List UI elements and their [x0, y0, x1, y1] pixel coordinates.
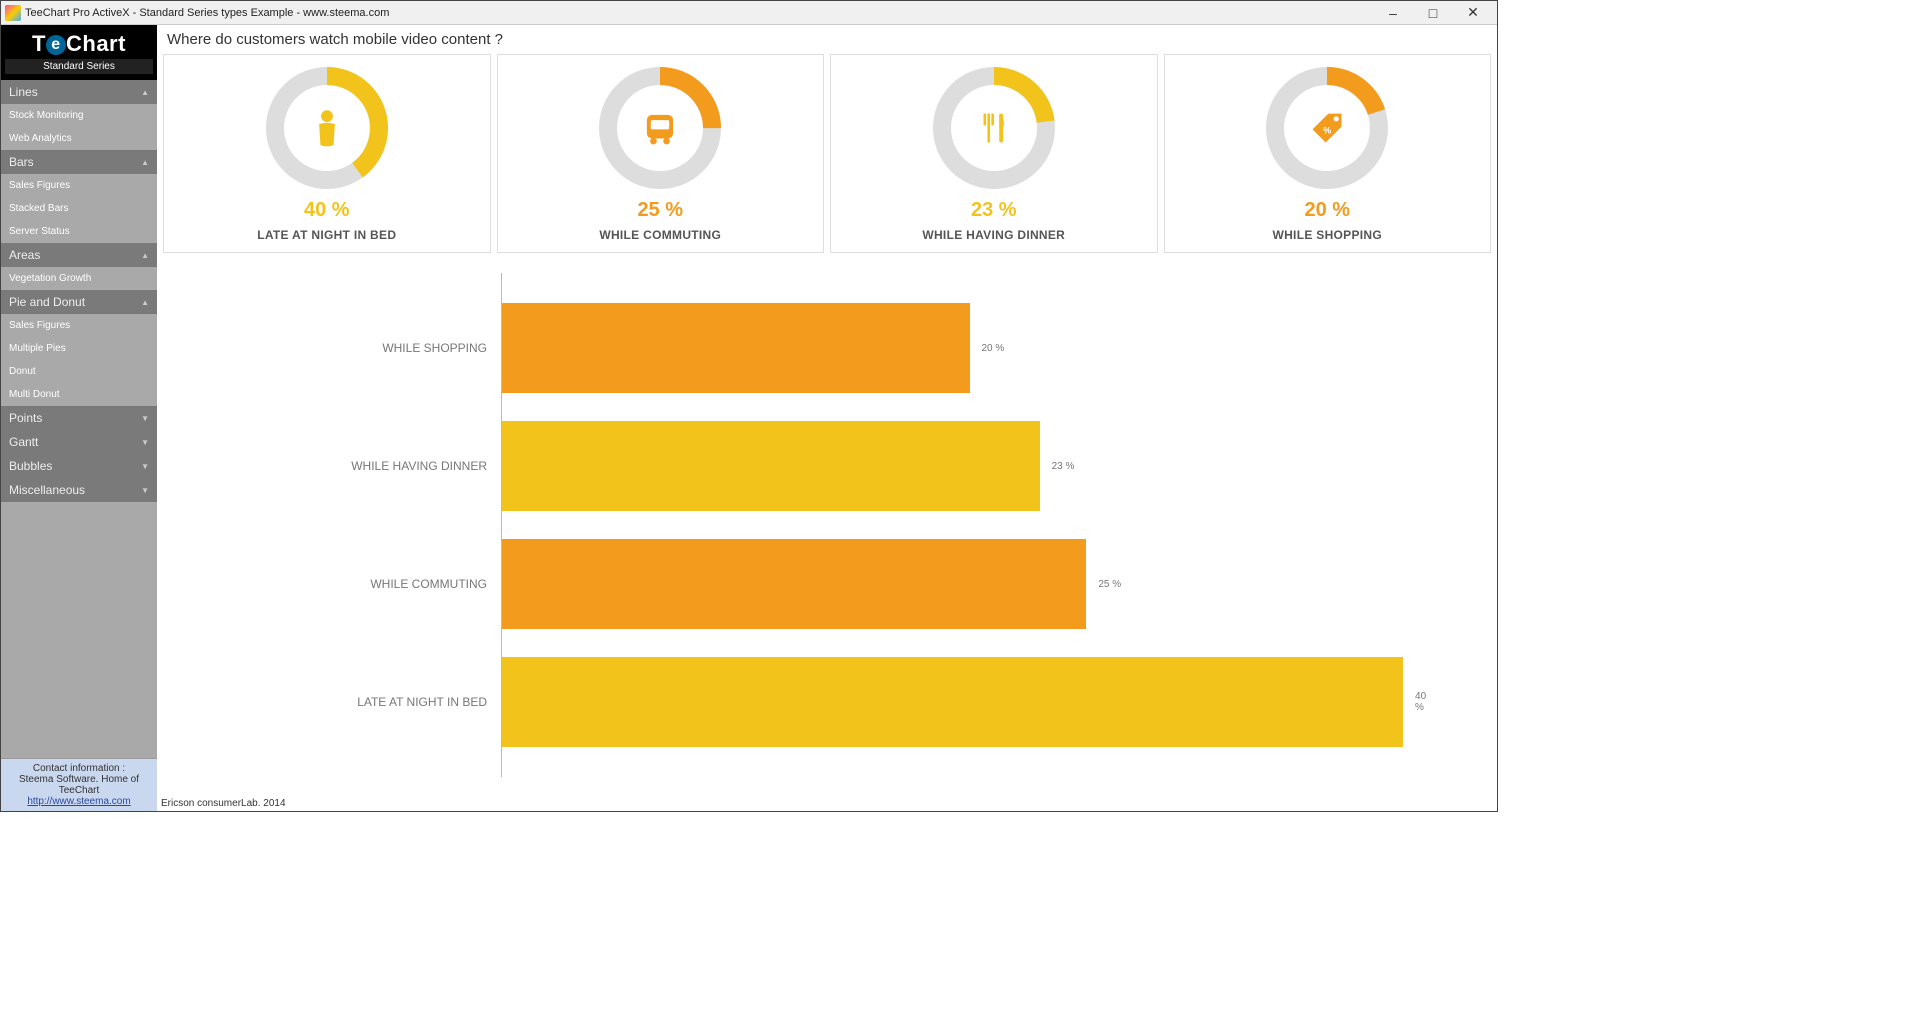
bar-category-label: WHILE HAVING DINNER [177, 421, 497, 511]
bar-row: 23 % [502, 421, 1437, 511]
app-window: TeeChart Pro ActiveX - Standard Series t… [0, 0, 1498, 812]
sidebar-item-multiple-pies[interactable]: Multiple Pies [1, 337, 157, 360]
contact-line1: Contact information : [5, 763, 153, 774]
sidebar-item-server-status[interactable]: Server Status [1, 220, 157, 243]
bar-row: 20 % [502, 303, 1437, 393]
donut-caption: WHILE COMMUTING [599, 228, 721, 242]
main-panel: Where do customers watch mobile video co… [157, 25, 1497, 811]
dinner-icon [929, 63, 1059, 193]
donut-percent: 23 % [971, 199, 1017, 222]
bar-category-label: LATE AT NIGHT IN BED [177, 657, 497, 747]
sidebar-section-bars[interactable]: Bars▲ [1, 150, 157, 174]
bar-value-label: 20 % [982, 343, 1005, 354]
sidebar-section-pie-and-donut[interactable]: Pie and Donut▲ [1, 290, 157, 314]
sidebar-item-sales-figures[interactable]: Sales Figures [1, 314, 157, 337]
bar [502, 303, 970, 393]
donut-percent: 40 % [304, 199, 350, 222]
donut-percent: 25 % [637, 199, 683, 222]
logo-subtitle: Standard Series [5, 59, 153, 74]
chart-title: Where do customers watch mobile video co… [157, 25, 1497, 54]
titlebar[interactable]: TeeChart Pro ActiveX - Standard Series t… [1, 1, 1497, 25]
sidebar-item-donut[interactable]: Donut [1, 360, 157, 383]
donut-caption: LATE AT NIGHT IN BED [257, 228, 396, 242]
app-icon [5, 5, 21, 21]
sidebar-section-miscellaneous[interactable]: Miscellaneous▼ [1, 478, 157, 502]
donut-card-person: 40 % LATE AT NIGHT IN BED [163, 54, 491, 253]
sidebar-item-stock-monitoring[interactable]: Stock Monitoring [1, 104, 157, 127]
sidebar: TeChart Standard Series Lines▲Stock Moni… [1, 25, 157, 811]
donut-ring [595, 63, 725, 193]
donut-percent: 20 % [1304, 199, 1350, 222]
bar-row: 25 % [502, 539, 1437, 629]
sidebar-section-gantt[interactable]: Gantt▼ [1, 430, 157, 454]
donut-card-dinner: 23 % WHILE HAVING DINNER [830, 54, 1158, 253]
donut-ring [929, 63, 1059, 193]
donut-card-bus: 25 % WHILE COMMUTING [497, 54, 825, 253]
window-title: TeeChart Pro ActiveX - Standard Series t… [25, 7, 1373, 19]
bus-icon [595, 63, 725, 193]
donut-caption: WHILE SHOPPING [1272, 228, 1382, 242]
contact-panel: Contact information : Steema Software. H… [1, 758, 157, 811]
logo: TeChart Standard Series [1, 25, 157, 80]
maximize-button[interactable]: □ [1413, 2, 1453, 24]
sidebar-item-multi-donut[interactable]: Multi Donut [1, 383, 157, 406]
bar [502, 421, 1040, 511]
donut-ring: % [1262, 63, 1392, 193]
donut-ring [262, 63, 392, 193]
contact-line2: Steema Software. Home of TeeChart [5, 774, 153, 796]
bar-category-label: WHILE SHOPPING [177, 303, 497, 393]
sidebar-section-lines[interactable]: Lines▲ [1, 80, 157, 104]
sidebar-item-sales-figures[interactable]: Sales Figures [1, 174, 157, 197]
contact-link[interactable]: http://www.steema.com [27, 796, 130, 807]
bar [502, 657, 1403, 747]
sidebar-item-stacked-bars[interactable]: Stacked Bars [1, 197, 157, 220]
sidebar-item-web-analytics[interactable]: Web Analytics [1, 127, 157, 150]
bar-value-label: 40 % [1415, 691, 1437, 713]
close-button[interactable]: ✕ [1453, 2, 1493, 24]
svg-text:%: % [1323, 125, 1331, 135]
donut-caption: WHILE HAVING DINNER [922, 228, 1065, 242]
sidebar-item-vegetation-growth[interactable]: Vegetation Growth [1, 267, 157, 290]
person-icon [262, 63, 392, 193]
chart-source: Ericson consumerLab. 2014 [161, 798, 286, 809]
donut-cards-row: 40 % LATE AT NIGHT IN BED 25 % WHILE COM… [157, 54, 1497, 259]
minimize-button[interactable]: – [1373, 2, 1413, 24]
donut-card-tag: % 20 % WHILE SHOPPING [1164, 54, 1492, 253]
sidebar-section-points[interactable]: Points▼ [1, 406, 157, 430]
bar-value-label: 23 % [1052, 461, 1075, 472]
sidebar-section-bubbles[interactable]: Bubbles▼ [1, 454, 157, 478]
bar [502, 539, 1086, 629]
sidebar-section-areas[interactable]: Areas▲ [1, 243, 157, 267]
bar-value-label: 25 % [1098, 579, 1121, 590]
tag-icon: % [1262, 63, 1392, 193]
bar-chart: WHILE SHOPPING WHILE HAVING DINNER WHILE C… [157, 259, 1497, 811]
bar-row: 40 % [502, 657, 1437, 747]
bar-category-label: WHILE COMMUTING [177, 539, 497, 629]
